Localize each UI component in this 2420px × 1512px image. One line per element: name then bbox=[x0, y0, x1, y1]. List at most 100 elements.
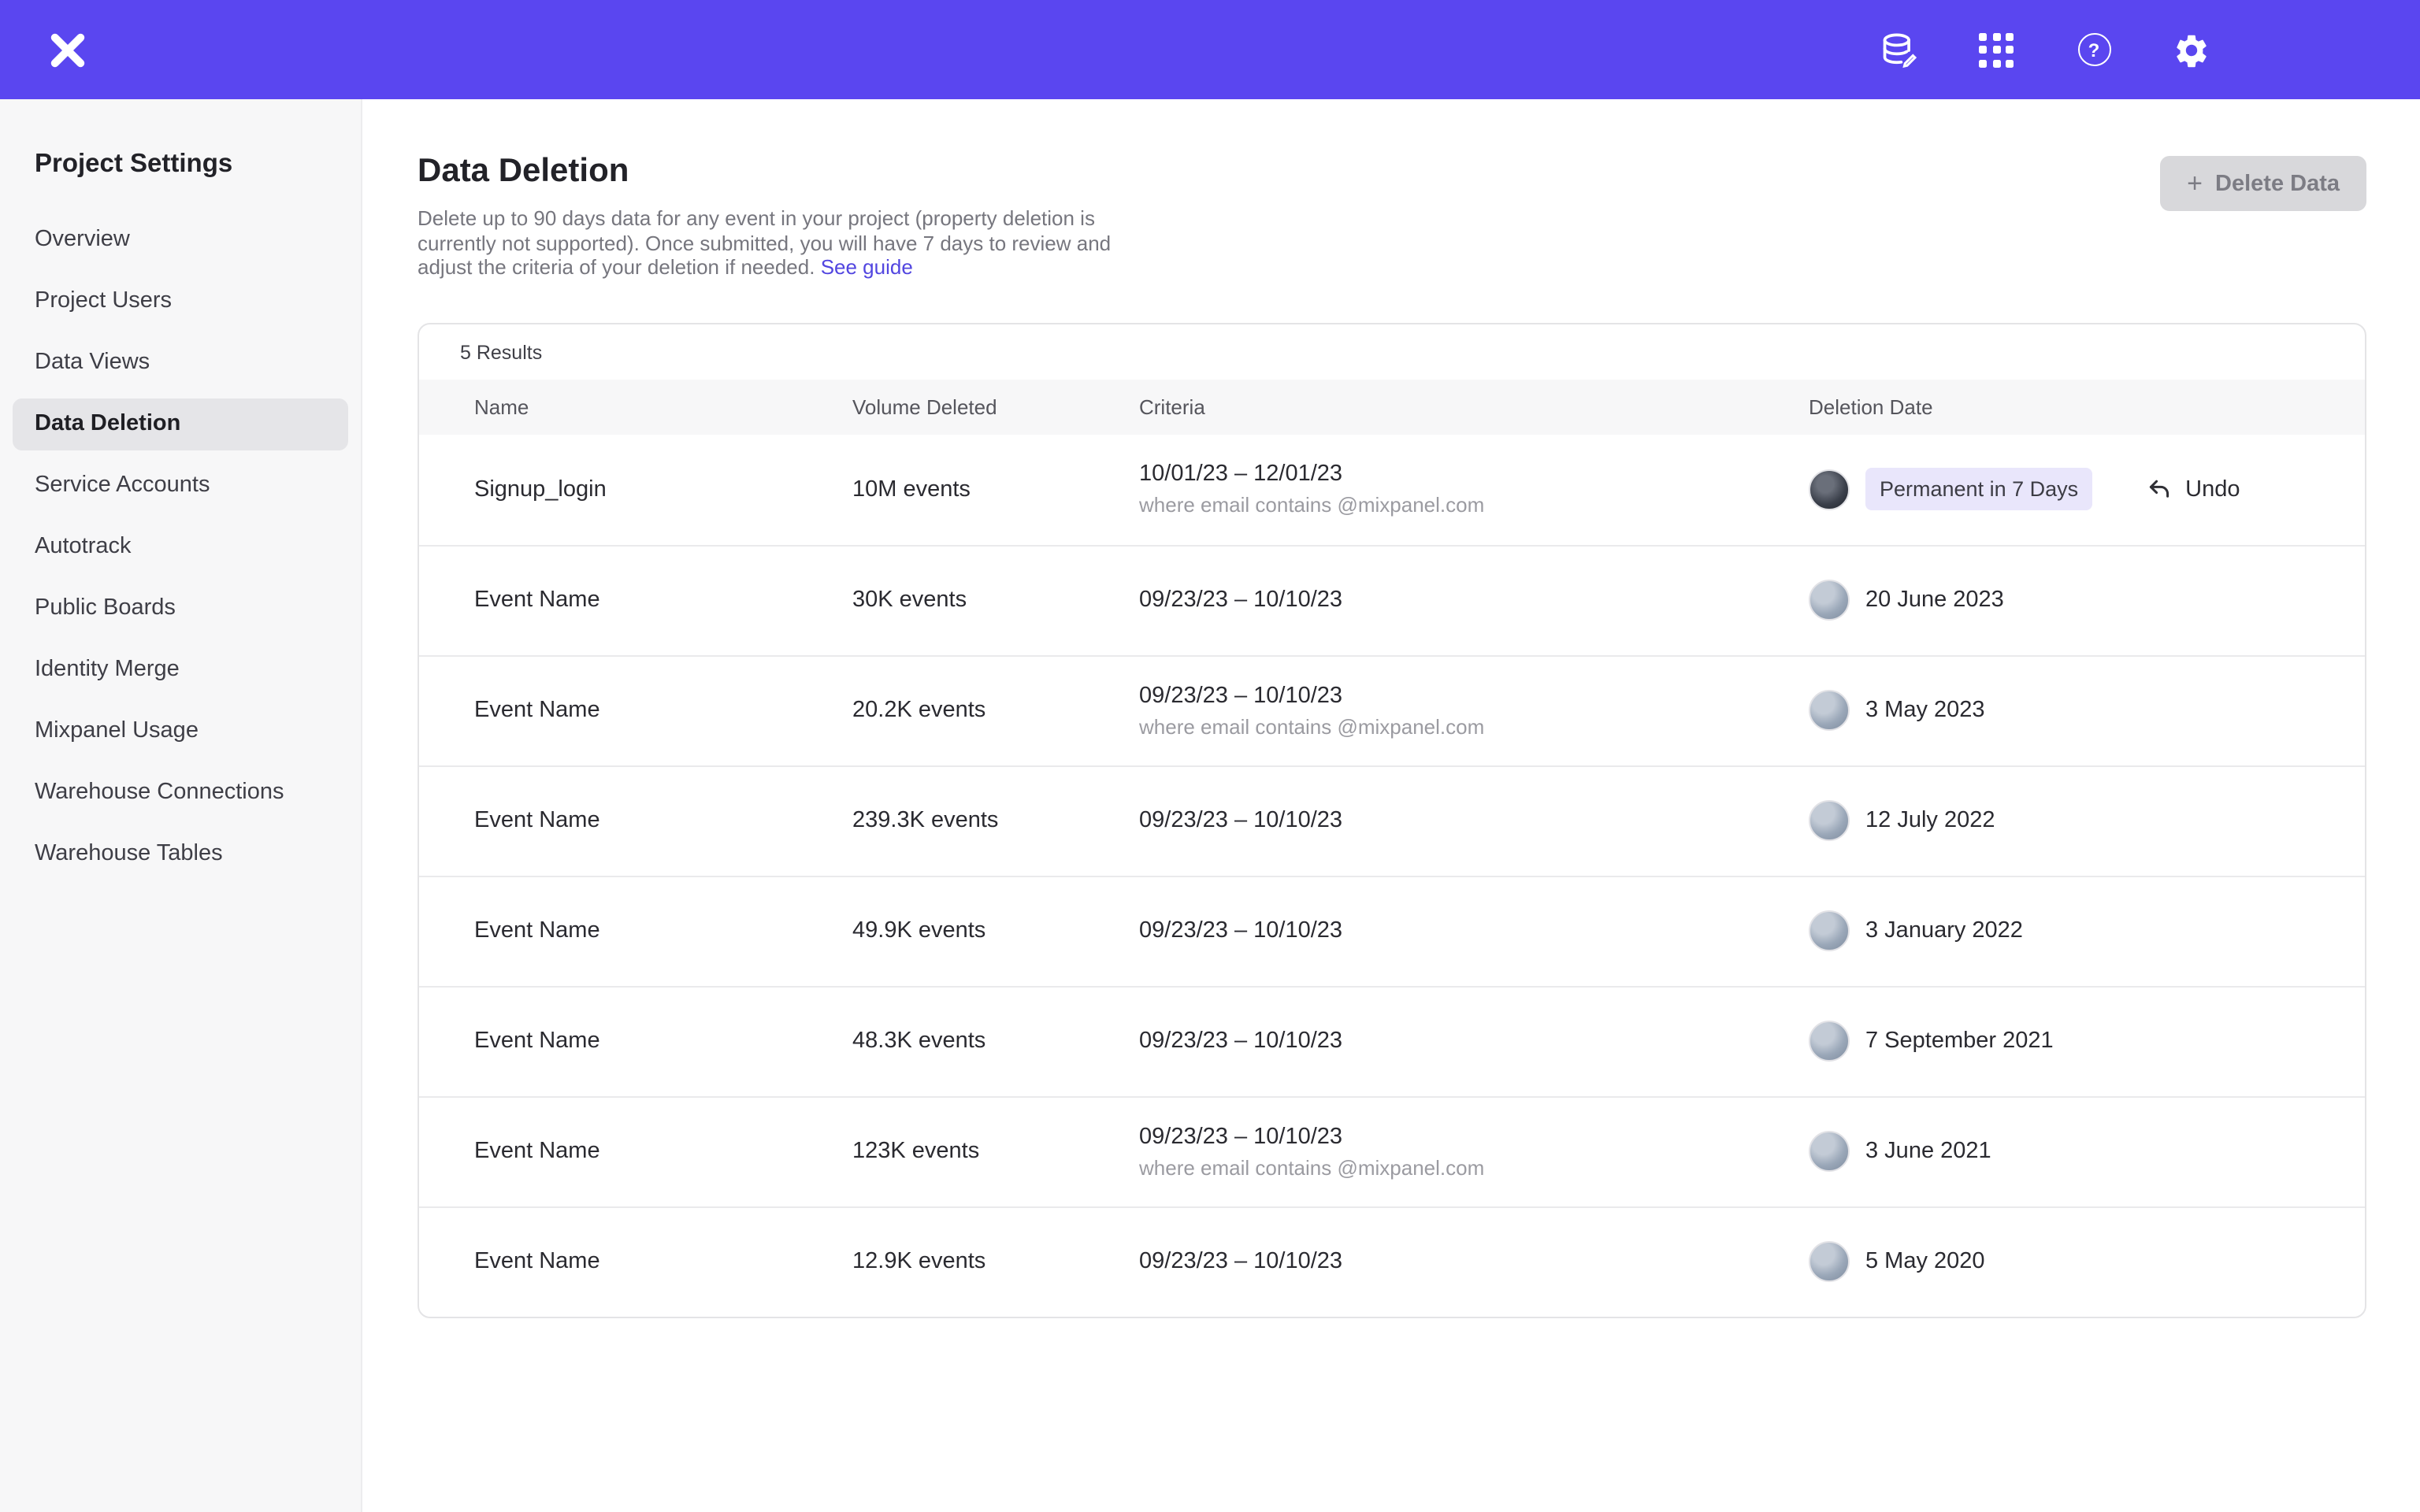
apps-grid-icon[interactable] bbox=[1976, 29, 2017, 70]
topbar-icon-group: ? bbox=[1878, 29, 2420, 70]
sidebar-item-mixpanel-usage[interactable]: Mixpanel Usage bbox=[13, 706, 348, 758]
mixpanel-logo[interactable] bbox=[47, 29, 88, 70]
criteria-range: 09/23/23 – 10/10/23 bbox=[1139, 1028, 1793, 1054]
criteria-range: 09/23/23 – 10/10/23 bbox=[1139, 683, 1793, 708]
row-criteria: 09/23/23 – 10/10/23 where email contains … bbox=[1139, 1124, 1809, 1179]
deletion-date-text: 5 May 2020 bbox=[1865, 1249, 1985, 1274]
sidebar-item-warehouse-tables[interactable]: Warehouse Tables bbox=[13, 828, 348, 880]
results-count: 5 Results bbox=[419, 324, 2365, 379]
row-deletion-date: 3 June 2021 bbox=[1809, 1131, 2333, 1172]
row-volume: 123K events bbox=[852, 1139, 1139, 1164]
row-volume: 10M events bbox=[852, 476, 1139, 502]
column-header-volume-deleted: Volume Deleted bbox=[852, 379, 1139, 434]
criteria-filter: where email contains @mixpanel.com bbox=[1139, 1155, 1793, 1179]
row-deletion-date: 5 May 2020 bbox=[1809, 1241, 2333, 1282]
row-name: Event Name bbox=[474, 587, 852, 613]
column-header-deletion-date: Deletion Date bbox=[1809, 379, 2333, 434]
row-volume: 49.9K events bbox=[852, 918, 1139, 943]
avatar bbox=[1809, 1131, 1850, 1172]
page-header: Data Deletion Delete up to 90 days data … bbox=[418, 153, 2366, 280]
criteria-range: 09/23/23 – 10/10/23 bbox=[1139, 587, 1793, 613]
row-volume: 30K events bbox=[852, 587, 1139, 613]
deletion-date-text: 3 May 2023 bbox=[1865, 698, 1985, 723]
apps-grid-glyph bbox=[1979, 32, 2014, 67]
table-rows: Signup_login10M events10/01/23 – 12/01/2… bbox=[419, 434, 2365, 1316]
row-deletion-date: 7 September 2021 bbox=[1809, 1021, 2333, 1062]
avatar bbox=[1809, 1021, 1850, 1062]
row-volume: 20.2K events bbox=[852, 698, 1139, 723]
delete-data-label: Delete Data bbox=[2215, 171, 2340, 196]
settings-gear-icon[interactable] bbox=[2171, 29, 2212, 70]
avatar bbox=[1809, 690, 1850, 731]
row-criteria: 09/23/23 – 10/10/23 bbox=[1139, 587, 1809, 613]
row-criteria: 09/23/23 – 10/10/23 where email contains … bbox=[1139, 683, 1809, 738]
criteria-range: 09/23/23 – 10/10/23 bbox=[1139, 918, 1793, 943]
avatar bbox=[1809, 580, 1850, 621]
sidebar-item-service-accounts[interactable]: Service Accounts bbox=[13, 460, 348, 512]
criteria-range: 09/23/23 – 10/10/23 bbox=[1139, 1124, 1793, 1149]
deletion-date-text: 3 June 2021 bbox=[1865, 1139, 1991, 1164]
sidebar-item-warehouse-connections[interactable]: Warehouse Connections bbox=[13, 767, 348, 819]
row-name: Event Name bbox=[474, 1028, 852, 1054]
criteria-range: 10/01/23 – 12/01/23 bbox=[1139, 461, 1793, 487]
row-criteria: 10/01/23 – 12/01/23 where email contains … bbox=[1139, 461, 1809, 517]
row-deletion-date: 3 May 2023 bbox=[1809, 690, 2333, 731]
page-title: Data Deletion bbox=[418, 153, 2366, 191]
sidebar-item-identity-merge[interactable]: Identity Merge bbox=[13, 644, 348, 696]
project-settings-sidebar: Project Settings Overview Project Users Da… bbox=[0, 99, 362, 1512]
table-row: Event Name49.9K events09/23/23 – 10/10/2… bbox=[419, 875, 2365, 985]
sidebar-item-project-users[interactable]: Project Users bbox=[13, 276, 348, 328]
criteria-filter: where email contains @mixpanel.com bbox=[1139, 493, 1793, 517]
row-name: Event Name bbox=[474, 808, 852, 833]
top-navigation-bar: ? bbox=[0, 0, 2420, 99]
sidebar-item-data-deletion[interactable]: Data Deletion bbox=[13, 398, 348, 450]
see-guide-link[interactable]: See guide bbox=[821, 255, 913, 279]
delete-data-button[interactable]: + Delete Data bbox=[2160, 156, 2366, 211]
deletion-date-text: 12 July 2022 bbox=[1865, 808, 1995, 833]
undo-button[interactable]: Undo bbox=[2146, 476, 2240, 502]
row-volume: 12.9K events bbox=[852, 1249, 1139, 1274]
row-criteria: 09/23/23 – 10/10/23 bbox=[1139, 808, 1809, 833]
column-header-criteria: Criteria bbox=[1139, 379, 1809, 434]
column-header-name: Name bbox=[474, 379, 852, 434]
table-header-row: Name Volume Deleted Criteria Deletion Da… bbox=[419, 379, 2365, 434]
criteria-filter: where email contains @mixpanel.com bbox=[1139, 714, 1793, 738]
sidebar-item-overview[interactable]: Overview bbox=[13, 214, 348, 266]
row-criteria: 09/23/23 – 10/10/23 bbox=[1139, 1028, 1809, 1054]
row-criteria: 09/23/23 – 10/10/23 bbox=[1139, 918, 1809, 943]
data-management-icon[interactable] bbox=[1878, 29, 1919, 70]
avatar bbox=[1809, 469, 1850, 510]
deletion-date-text: 20 June 2023 bbox=[1865, 587, 2004, 613]
table-row: Event Name239.3K events09/23/23 – 10/10/… bbox=[419, 765, 2365, 875]
deletion-table-card: 5 Results Name Volume Deleted Criteria D… bbox=[418, 322, 2366, 1317]
sidebar-item-data-views[interactable]: Data Views bbox=[13, 337, 348, 389]
table-row: Event Name48.3K events09/23/23 – 10/10/2… bbox=[419, 985, 2365, 1095]
row-volume: 48.3K events bbox=[852, 1028, 1139, 1054]
table-row: Signup_login10M events10/01/23 – 12/01/2… bbox=[419, 434, 2365, 544]
table-row: Event Name20.2K events09/23/23 – 10/10/2… bbox=[419, 654, 2365, 765]
sidebar-item-autotrack[interactable]: Autotrack bbox=[13, 521, 348, 573]
criteria-range: 09/23/23 – 10/10/23 bbox=[1139, 1249, 1793, 1274]
row-name: Event Name bbox=[474, 1139, 852, 1164]
row-criteria: 09/23/23 – 10/10/23 bbox=[1139, 1249, 1809, 1274]
criteria-range: 09/23/23 – 10/10/23 bbox=[1139, 808, 1793, 833]
help-glyph: ? bbox=[2077, 33, 2110, 66]
deletion-date-text: 3 January 2022 bbox=[1865, 918, 2023, 943]
app-window: ? Project Settings Overview Project Users… bbox=[0, 0, 2420, 1512]
row-deletion-date: 20 June 2023 bbox=[1809, 580, 2333, 621]
row-deletion-date: 12 July 2022 bbox=[1809, 800, 2333, 841]
undo-icon bbox=[2146, 476, 2173, 502]
row-name: Event Name bbox=[474, 1249, 852, 1274]
avatar bbox=[1809, 1241, 1850, 1282]
table-row: Event Name12.9K events09/23/23 – 10/10/2… bbox=[419, 1206, 2365, 1316]
sidebar-title: Project Settings bbox=[35, 150, 348, 180]
table-row: Event Name30K events09/23/23 – 10/10/23 2… bbox=[419, 544, 2365, 654]
row-volume: 239.3K events bbox=[852, 808, 1139, 833]
main-content: Data Deletion Delete up to 90 days data … bbox=[362, 99, 2420, 1512]
sidebar-items: Overview Project Users Data Views Data Dele… bbox=[13, 214, 348, 880]
undo-label: Undo bbox=[2185, 476, 2240, 502]
deletion-date-text: 7 September 2021 bbox=[1865, 1028, 2054, 1054]
status-badge: Permanent in 7 Days bbox=[1865, 468, 2092, 510]
sidebar-item-public-boards[interactable]: Public Boards bbox=[13, 583, 348, 635]
help-icon[interactable]: ? bbox=[2073, 29, 2114, 70]
